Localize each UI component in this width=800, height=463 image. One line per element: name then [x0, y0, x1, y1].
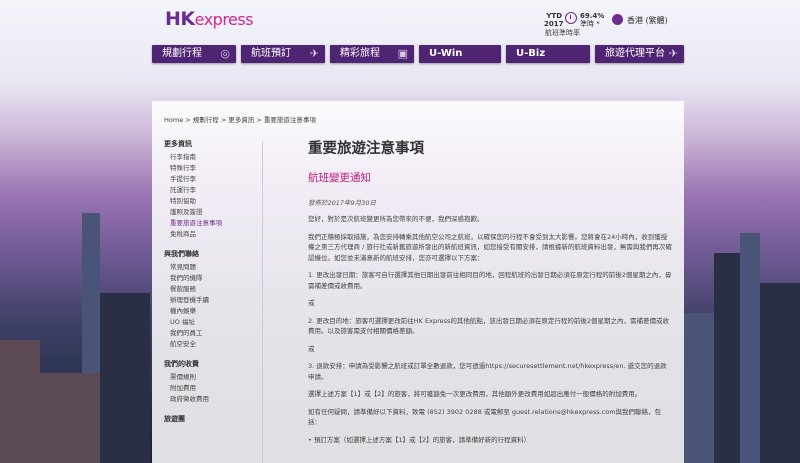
nav-book-flight[interactable]: 航班預訂 ✈ — [241, 45, 325, 63]
paragraph: • 預訂方案（如選擇上述方案【1】或【2】的旅客，請準備好新的行程資料） — [308, 435, 531, 444]
nav-u-win[interactable]: U-Win — [419, 45, 501, 63]
content-panel: Home > 規劃行程 > 更多資訊 > 重要旅遊注意事項 更多資訊 行李指南 … — [152, 101, 684, 463]
paragraph: 我們正積極採取措施，為您安排轉乘其他航空公司之航班，以確保您的行程不會受到太大影… — [308, 232, 672, 262]
sidebar-item[interactable]: 護照及簽證 — [164, 207, 256, 218]
sidebar-item[interactable]: 行李指南 — [164, 152, 256, 163]
paragraph: 或 — [308, 344, 315, 353]
sidebar-item[interactable]: 政府徵收費用 — [164, 394, 256, 405]
paragraph: 1. 更改出發日期：旅客可自行選擇其他日期出發前往相同目的地，回程航班的出發日期… — [308, 271, 672, 290]
paragraph: 選擇上述方案【1】或【2】的旅客，將可獲豁免一次更改費用，其他額外更改費用如超出… — [308, 390, 642, 398]
sidebar-divider — [262, 141, 263, 463]
ontime-caption: 航班準時率 — [545, 29, 580, 37]
sidebar-group-contact: 與我們聯絡 常見問題 我們的機隊 餐飲服務 辦理登機手續 機內娛樂 UO 福址 … — [164, 249, 256, 350]
plane-icon: ✈ — [668, 47, 678, 60]
nav-label: U-Biz — [516, 48, 546, 59]
publish-date: 發佈於2017年9月30日 — [308, 199, 376, 207]
sidebar-group-title: 我們的收費 — [164, 360, 199, 368]
clock-icon — [565, 12, 577, 24]
compass-icon: ◎ — [220, 47, 230, 60]
article-subtitle: 航班變更通知 — [308, 172, 371, 184]
nav-plan-trip[interactable]: 規劃行程 ◎ — [152, 45, 236, 63]
sidebar-item[interactable]: 機內娛樂 — [164, 306, 256, 317]
nav-travel-agent-platform[interactable]: 旅遊代理平台 ✈ — [595, 45, 684, 63]
sidebar-item[interactable]: 附加費用 — [164, 383, 256, 394]
sidebar: 更多資訊 行李指南 特殊行李 手提行李 託運行李 特別協助 護照及簽證 重要旅遊… — [164, 139, 256, 433]
nav-travel-stories[interactable]: 精彩旅程 ▣ — [330, 45, 414, 63]
hk-express-logo[interactable]: HKexpress — [165, 8, 254, 30]
nav-label: U-Win — [429, 48, 463, 59]
sidebar-item[interactable]: 免稅商品 — [164, 229, 256, 240]
sidebar-item[interactable]: 辦理登機手續 — [164, 295, 256, 306]
sidebar-group-tours: 旅遊團 — [164, 414, 256, 424]
ontime-percent: 69.4% — [580, 12, 605, 20]
sidebar-item[interactable]: 我們的機隊 — [164, 273, 256, 284]
nav-label: 規劃行程 — [162, 48, 202, 59]
globe-icon[interactable] — [612, 14, 623, 25]
sidebar-item[interactable]: 我們的員工 — [164, 328, 256, 339]
paragraph: 您好，對於是次航班變更所為您帶來的不便，我們深感抱歉。 — [308, 215, 484, 223]
sidebar-group-fees: 我們的收費 票價規則 附加費用 政府徵收費用 — [164, 359, 256, 405]
logo-express-text: express — [194, 10, 254, 29]
sidebar-item-active[interactable]: 重要旅遊注意事項 — [164, 218, 256, 229]
paragraph: 2. 更改目的地：旅客可選擇更改前往HK Express的其他航點，該出發日期必… — [308, 316, 670, 336]
ytd-label: YTD 2017 — [544, 12, 564, 28]
sidebar-item[interactable]: 航空安全 — [164, 339, 256, 350]
language-selector[interactable]: 香港 (繁體) — [627, 15, 668, 26]
sidebar-group-more-info: 更多資訊 行李指南 特殊行李 手提行李 託運行李 特別協助 護照及簽證 重要旅遊… — [164, 139, 256, 240]
sidebar-group-title: 更多資訊 — [164, 140, 192, 148]
nav-label: 精彩旅程 — [340, 48, 380, 59]
ontime-suffix: 準時 * — [580, 20, 600, 28]
ontime-rate: 69.4% 準時 * — [580, 12, 604, 28]
paragraph-contact[interactable]: 如有任何疑問，請準備好以下資料，致電 (852) 3902 0288 或電郵至 … — [308, 407, 673, 428]
nav-u-biz[interactable]: U-Biz — [506, 45, 590, 63]
sidebar-item[interactable]: 特殊行李 — [164, 163, 256, 174]
nav-label: 航班預訂 — [251, 48, 291, 59]
sidebar-group-title[interactable]: 旅遊團 — [164, 414, 256, 424]
breadcrumb[interactable]: Home > 規劃行程 > 更多資訊 > 重要旅遊注意事項 — [164, 114, 316, 124]
camera-icon: ▣ — [397, 47, 408, 60]
paragraph-refund-link[interactable]: 3. 退款安排：申請為受影響之航班或訂單全數退款，您可透過https://sec… — [308, 361, 673, 382]
sidebar-item[interactable]: 票價規則 — [164, 372, 256, 383]
site-header: HKexpress YTD 2017 69.4% 準時 * 航班準時率 香港 (… — [0, 0, 800, 44]
sidebar-item[interactable]: UO 福址 — [164, 317, 256, 328]
sidebar-group-title: 與我們聯絡 — [164, 250, 199, 258]
sidebar-item[interactable]: 特別協助 — [164, 196, 256, 207]
sidebar-item[interactable]: 手提行李 — [164, 174, 256, 185]
sidebar-item[interactable]: 常見問題 — [164, 262, 256, 273]
page-title: 重要旅遊注意事項 — [308, 141, 424, 157]
paragraph: 或 — [308, 299, 315, 307]
nav-label: 旅遊代理平台 — [605, 48, 665, 59]
sidebar-item[interactable]: 託運行李 — [164, 185, 256, 196]
logo-hk-text: HK — [165, 8, 195, 30]
plane-icon: ✈ — [309, 47, 319, 60]
article: 重要旅遊注意事項 航班變更通知 發佈於2017年9月30日 您好，對於是次航班變… — [308, 137, 673, 445]
sidebar-item[interactable]: 餐飲服務 — [164, 284, 256, 295]
